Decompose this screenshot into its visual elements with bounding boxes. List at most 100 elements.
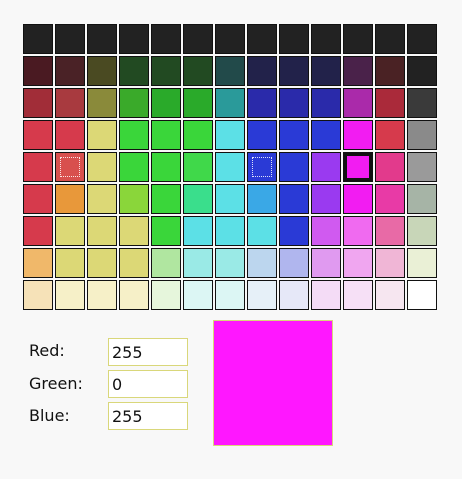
palette-swatch[interactable] xyxy=(151,216,181,246)
palette-swatch[interactable] xyxy=(343,56,373,86)
palette-swatch[interactable] xyxy=(279,88,309,118)
palette-swatch[interactable] xyxy=(119,24,149,54)
palette-swatch[interactable] xyxy=(183,56,213,86)
palette-swatch[interactable] xyxy=(215,24,245,54)
palette-swatch[interactable] xyxy=(119,88,149,118)
red-input[interactable] xyxy=(108,338,188,366)
palette-swatch[interactable] xyxy=(23,184,53,214)
palette-swatch[interactable] xyxy=(23,120,53,150)
palette-swatch[interactable] xyxy=(55,216,85,246)
palette-swatch[interactable] xyxy=(119,56,149,86)
palette-swatch[interactable] xyxy=(55,120,85,150)
palette-swatch[interactable] xyxy=(407,216,437,246)
palette-swatch[interactable] xyxy=(151,184,181,214)
palette-swatch[interactable] xyxy=(87,88,117,118)
palette-swatch[interactable] xyxy=(183,216,213,246)
palette-swatch[interactable] xyxy=(23,88,53,118)
palette-swatch[interactable] xyxy=(279,24,309,54)
palette-swatch[interactable] xyxy=(407,120,437,150)
palette-swatch[interactable] xyxy=(87,248,117,278)
palette-swatch[interactable] xyxy=(407,56,437,86)
palette-swatch[interactable] xyxy=(311,88,341,118)
palette-swatch[interactable] xyxy=(215,88,245,118)
palette-swatch[interactable] xyxy=(279,152,309,182)
palette-swatch[interactable] xyxy=(151,280,181,310)
palette-swatch[interactable] xyxy=(23,216,53,246)
palette-swatch[interactable] xyxy=(343,152,373,182)
palette-swatch[interactable] xyxy=(279,216,309,246)
palette-swatch[interactable] xyxy=(375,152,405,182)
green-input[interactable] xyxy=(108,370,188,398)
palette-swatch[interactable] xyxy=(183,120,213,150)
palette-swatch[interactable] xyxy=(311,184,341,214)
palette-swatch[interactable] xyxy=(343,120,373,150)
palette-swatch[interactable] xyxy=(55,56,85,86)
palette-swatch[interactable] xyxy=(279,56,309,86)
palette-swatch[interactable] xyxy=(247,88,277,118)
palette-swatch[interactable] xyxy=(215,56,245,86)
palette-swatch[interactable] xyxy=(151,152,181,182)
palette-swatch[interactable] xyxy=(407,184,437,214)
palette-swatch[interactable] xyxy=(343,216,373,246)
palette-swatch[interactable] xyxy=(311,120,341,150)
palette-swatch[interactable] xyxy=(407,248,437,278)
palette-swatch[interactable] xyxy=(151,248,181,278)
palette-swatch[interactable] xyxy=(55,280,85,310)
palette-swatch[interactable] xyxy=(119,280,149,310)
palette-swatch[interactable] xyxy=(375,120,405,150)
palette-swatch[interactable] xyxy=(151,120,181,150)
palette-swatch[interactable] xyxy=(87,120,117,150)
palette-swatch[interactable] xyxy=(55,24,85,54)
palette-swatch[interactable] xyxy=(183,280,213,310)
palette-swatch[interactable] xyxy=(119,120,149,150)
palette-swatch[interactable] xyxy=(55,88,85,118)
palette-swatch[interactable] xyxy=(407,280,437,310)
palette-swatch[interactable] xyxy=(247,184,277,214)
palette-swatch[interactable] xyxy=(375,184,405,214)
palette-swatch[interactable] xyxy=(375,24,405,54)
palette-swatch[interactable] xyxy=(375,248,405,278)
palette-swatch[interactable] xyxy=(119,184,149,214)
palette-swatch[interactable] xyxy=(183,88,213,118)
palette-swatch[interactable] xyxy=(55,248,85,278)
palette-swatch[interactable] xyxy=(215,280,245,310)
palette-swatch[interactable] xyxy=(23,280,53,310)
palette-swatch[interactable] xyxy=(215,216,245,246)
palette-swatch[interactable] xyxy=(407,152,437,182)
palette-swatch[interactable] xyxy=(87,216,117,246)
palette-swatch[interactable] xyxy=(55,184,85,214)
palette-swatch[interactable] xyxy=(375,280,405,310)
palette-swatch[interactable] xyxy=(279,248,309,278)
palette-swatch[interactable] xyxy=(183,184,213,214)
palette-swatch[interactable] xyxy=(87,56,117,86)
palette-swatch[interactable] xyxy=(87,184,117,214)
palette-swatch[interactable] xyxy=(279,184,309,214)
palette-swatch[interactable] xyxy=(375,56,405,86)
palette-swatch[interactable] xyxy=(247,152,277,182)
palette-swatch[interactable] xyxy=(119,152,149,182)
palette-swatch[interactable] xyxy=(23,152,53,182)
palette-swatch[interactable] xyxy=(23,248,53,278)
palette-swatch[interactable] xyxy=(215,184,245,214)
palette-swatch[interactable] xyxy=(311,248,341,278)
palette-swatch[interactable] xyxy=(87,280,117,310)
palette-swatch[interactable] xyxy=(247,24,277,54)
palette-swatch[interactable] xyxy=(407,88,437,118)
palette-swatch[interactable] xyxy=(343,184,373,214)
palette-swatch[interactable] xyxy=(311,280,341,310)
palette-swatch[interactable] xyxy=(343,248,373,278)
palette-swatch[interactable] xyxy=(23,24,53,54)
palette-swatch[interactable] xyxy=(87,152,117,182)
palette-swatch[interactable] xyxy=(119,216,149,246)
palette-swatch[interactable] xyxy=(311,152,341,182)
palette-swatch[interactable] xyxy=(343,88,373,118)
palette-swatch[interactable] xyxy=(247,248,277,278)
palette-swatch[interactable] xyxy=(343,280,373,310)
palette-swatch[interactable] xyxy=(279,280,309,310)
palette-swatch[interactable] xyxy=(247,280,277,310)
palette-swatch[interactable] xyxy=(183,248,213,278)
palette-swatch[interactable] xyxy=(247,120,277,150)
palette-swatch[interactable] xyxy=(311,216,341,246)
palette-swatch[interactable] xyxy=(119,248,149,278)
palette-swatch[interactable] xyxy=(407,24,437,54)
